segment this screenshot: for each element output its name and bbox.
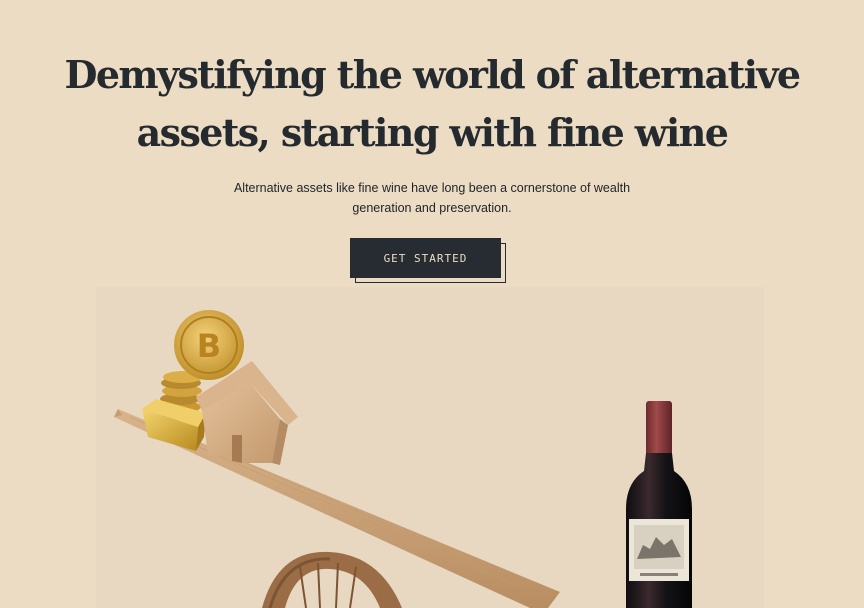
hero-title-line-2: assets, starting with fine wine	[136, 110, 729, 155]
seesaw-fulcrum-icon	[262, 551, 402, 608]
wine-bottle-icon	[626, 401, 692, 608]
cta-container: GET STARTED	[350, 238, 508, 285]
hero-title: Demystifying the world of alternative as…	[0, 46, 864, 162]
bitcoin-coin-icon: B	[174, 310, 244, 380]
seesaw-illustration: B	[114, 310, 692, 608]
svg-text:B: B	[197, 327, 221, 365]
hero-title-line-1: Demystifying the world of alternative	[64, 52, 801, 97]
get-started-button[interactable]: GET STARTED	[350, 238, 501, 278]
hero-subtitle: Alternative assets like fine wine have l…	[233, 181, 631, 215]
